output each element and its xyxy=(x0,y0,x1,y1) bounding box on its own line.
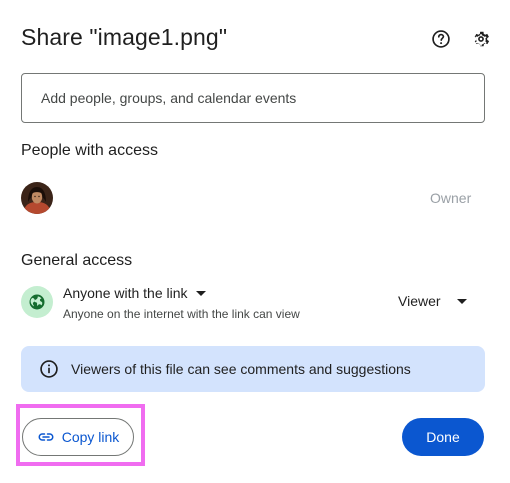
avatar[interactable] xyxy=(21,182,53,214)
done-button[interactable]: Done xyxy=(402,418,484,456)
help-circle-icon xyxy=(432,30,450,48)
role-label: Viewer xyxy=(398,293,441,309)
info-banner-text: Viewers of this file can see comments an… xyxy=(71,361,411,377)
link-icon xyxy=(38,433,54,441)
gear-icon xyxy=(474,31,490,47)
general-access-dropdown[interactable]: Anyone with the link xyxy=(63,285,206,301)
share-dialog: Share "image1.png" People with access Ow… xyxy=(0,0,510,483)
general-access-description: Anyone on the internet with the link can… xyxy=(63,307,300,321)
general-access-label: Anyone with the link xyxy=(63,285,188,301)
settings-button[interactable] xyxy=(468,26,494,52)
chevron-down-icon xyxy=(456,298,467,304)
globe-icon xyxy=(29,294,45,310)
user-avatar-image xyxy=(21,182,53,214)
chevron-down-icon xyxy=(195,290,206,296)
globe-badge xyxy=(21,286,53,318)
copy-link-label: Copy link xyxy=(61,429,120,445)
role-dropdown[interactable]: Viewer xyxy=(398,293,467,309)
owner-label: Owner xyxy=(430,190,472,206)
dialog-title: Share "image1.png" xyxy=(21,24,228,50)
people-with-access-heading: People with access xyxy=(21,142,158,159)
help-button[interactable] xyxy=(428,26,454,52)
add-people-input[interactable] xyxy=(21,73,485,123)
general-access-heading: General access xyxy=(21,252,133,269)
info-banner: Viewers of this file can see comments an… xyxy=(21,346,485,392)
copy-link-button[interactable]: Copy link xyxy=(22,418,134,456)
info-icon xyxy=(40,360,58,378)
